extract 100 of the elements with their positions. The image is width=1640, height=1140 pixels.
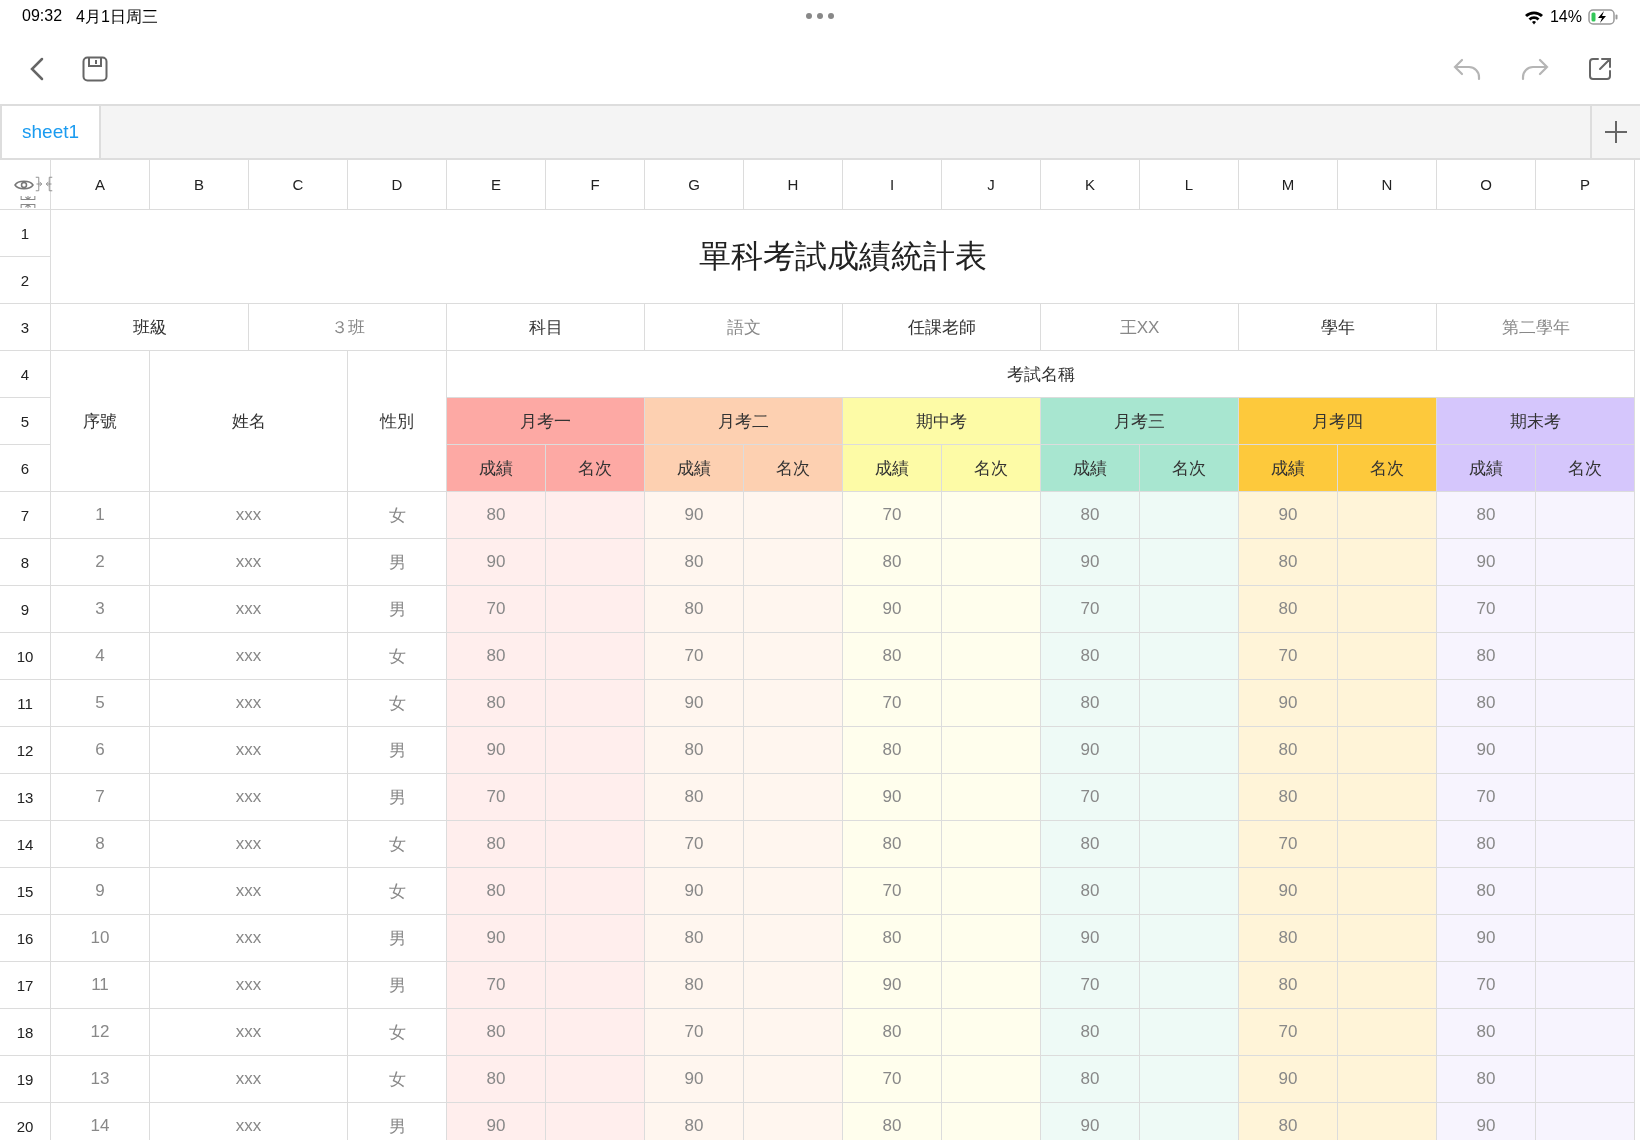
plus-icon [1605,121,1627,143]
table-cell: 13 [51,1056,149,1102]
column-header: I [843,160,941,209]
subcolumn-header: 成績 [447,445,545,491]
collapse-columns-icon[interactable] [35,175,53,193]
exam-group-label: 考試名稱 [447,351,1634,397]
score-cell: 80 [1239,1103,1337,1140]
score-cell: 70 [1041,586,1139,632]
score-cell: 80 [1239,915,1337,961]
column-header: D [348,160,446,209]
score-cell: 70 [1041,962,1139,1008]
score-cell: 80 [645,1103,743,1140]
status-time: 09:32 [22,6,63,26]
subcolumn-header: 名次 [546,445,644,491]
score-cell: 90 [1437,539,1535,585]
score-cell: 70 [1437,774,1535,820]
column-header: L [1140,160,1238,209]
score-cell: 80 [447,821,545,867]
score-cell: 90 [843,586,941,632]
score-cell: 70 [1437,962,1535,1008]
score-cell: 90 [447,1103,545,1140]
score-cell: 80 [645,539,743,585]
score-cell: 80 [1437,821,1535,867]
score-cell: 90 [447,915,545,961]
score-cell: 70 [447,586,545,632]
table-cell: 男 [348,774,446,820]
save-icon[interactable] [82,56,108,82]
row-header: 5 [0,398,50,444]
row-header: 8 [0,539,50,585]
score-cell: 80 [843,727,941,773]
table-cell: xxx [150,1056,347,1102]
subcolumn-header: 名次 [1338,445,1436,491]
exam-header: 期末考 [1437,398,1634,444]
subcolumn-header: 成績 [1437,445,1535,491]
score-cell: 90 [1437,1103,1535,1140]
score-cell: 70 [447,774,545,820]
row-header: 2 [0,257,50,303]
score-cell: 90 [1437,727,1535,773]
table-cell: 女 [348,868,446,914]
score-cell: 80 [1437,680,1535,726]
score-cell: 80 [447,868,545,914]
score-cell: 80 [645,774,743,820]
column-header: E [447,160,545,209]
subcolumn-header: 名次 [1140,445,1238,491]
score-cell: 80 [843,1103,941,1140]
score-cell: 80 [843,633,941,679]
column-header: B [150,160,248,209]
score-cell: 80 [1041,1056,1139,1102]
score-cell: 80 [645,727,743,773]
battery-percent: 14% [1549,8,1582,26]
score-cell: 80 [447,1009,545,1055]
table-cell: xxx [150,915,347,961]
column-header: F [546,160,644,209]
exam-header: 月考四 [1239,398,1436,444]
table-cell: 1 [51,492,149,538]
table-cell: 女 [348,492,446,538]
row-header: 11 [0,680,50,726]
score-cell: 70 [1239,821,1337,867]
collapse-rows-icon[interactable] [20,196,36,208]
table-cell: xxx [150,1103,347,1140]
score-cell: 80 [1239,586,1337,632]
score-cell: 80 [1041,1009,1139,1055]
row-header: 7 [0,492,50,538]
score-cell: 80 [1239,727,1337,773]
sheet-tab[interactable]: sheet1 [2,106,102,158]
subcolumn-header: 成績 [1239,445,1337,491]
score-cell: 90 [843,774,941,820]
share-icon[interactable] [1588,57,1612,81]
table-cell: 女 [348,1056,446,1102]
row-header: 14 [0,821,50,867]
score-cell: 90 [1041,915,1139,961]
score-cell: 80 [1437,1009,1535,1055]
score-cell: 90 [1041,539,1139,585]
score-cell: 80 [447,1056,545,1102]
table-cell: xxx [150,727,347,773]
info-label: 學年 [1239,304,1436,350]
score-cell: 80 [1437,492,1535,538]
table-cell: xxx [150,586,347,632]
multitask-dots-icon[interactable] [805,12,835,20]
score-cell: 80 [645,915,743,961]
table-cell: 女 [348,1009,446,1055]
row-header: 19 [0,1056,50,1102]
row-header: 15 [0,868,50,914]
table-cell: 5 [51,680,149,726]
row-header: 10 [0,633,50,679]
table-cell: 7 [51,774,149,820]
row-header: 9 [0,586,50,632]
score-cell: 80 [447,633,545,679]
score-cell: 80 [1239,539,1337,585]
score-cell: 90 [1041,727,1139,773]
table-cell: xxx [150,868,347,914]
table-cell: 4 [51,633,149,679]
back-icon[interactable] [30,57,44,81]
table-cell: xxx [150,962,347,1008]
table-cell: 2 [51,539,149,585]
eye-icon[interactable] [14,178,34,192]
sheet-title: 單科考試成績統計表 [51,210,1634,303]
column-title: 姓名 [150,351,347,491]
column-header: O [1437,160,1535,209]
score-cell: 70 [843,868,941,914]
